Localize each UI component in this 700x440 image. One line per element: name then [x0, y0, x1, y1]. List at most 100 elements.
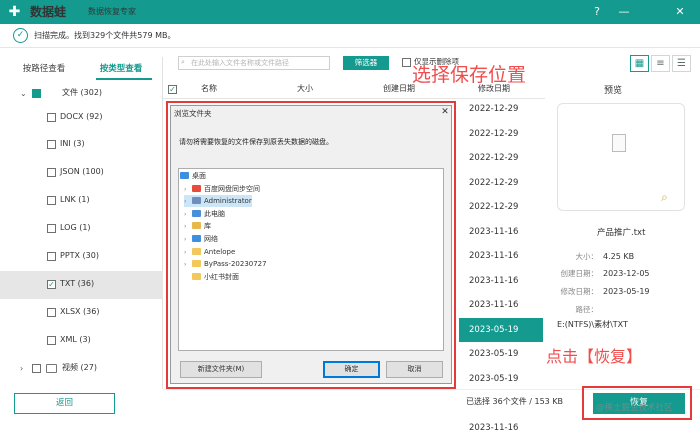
check-icon: ✓: [13, 28, 28, 43]
chevron-down-icon[interactable]: ⌄: [20, 88, 27, 100]
tree-item-xlsx[interactable]: XLSX (36): [0, 299, 163, 327]
tree-checkbox[interactable]: [47, 336, 56, 345]
show-deleted-checkbox[interactable]: [402, 58, 411, 67]
folder-item[interactable]: › 百度网盘同步空间: [184, 183, 260, 195]
tree-item-video[interactable]: › 视频 (27): [0, 355, 163, 383]
list-view-icon[interactable]: ≡: [651, 55, 670, 72]
detail-view-icon[interactable]: ☰: [672, 55, 691, 72]
folder-item[interactable]: › ByPass-20230727: [184, 258, 267, 270]
tree-item-label: PPTX (30): [60, 251, 99, 260]
folder-label: 网络: [204, 235, 218, 243]
tree-item-label: DOCX (92): [60, 112, 103, 121]
grid-view-icon[interactable]: ▦: [630, 55, 649, 72]
meta-created-value: 2023-12-05: [603, 269, 650, 278]
tree-item-pptx[interactable]: PPTX (30): [0, 243, 163, 271]
search-input[interactable]: 在此处输入文件名称或文件路径: [178, 56, 330, 70]
app-name: 数据蛙: [30, 5, 67, 19]
tree-checkbox[interactable]: [47, 113, 56, 122]
folder-label: 库: [204, 222, 211, 231]
tree-checkbox[interactable]: [47, 308, 56, 317]
tree-item-label: 视频 (27): [62, 363, 97, 372]
tree-item-lnk[interactable]: LNK (1): [0, 187, 163, 215]
table-row-modified-date[interactable]: 2023-11-16: [459, 269, 543, 293]
dialog-close-icon[interactable]: ✕: [439, 106, 451, 119]
tab-by-type[interactable]: 按类型查看: [82, 60, 160, 78]
folder-icon: [192, 247, 201, 255]
chevron-right-icon[interactable]: ›: [20, 363, 23, 375]
filter-button[interactable]: 筛选器: [343, 56, 389, 70]
minimize-button[interactable]: —: [615, 3, 633, 21]
chevron-right-icon[interactable]: ›: [184, 234, 192, 246]
folder-item[interactable]: › Antelope: [184, 246, 235, 258]
new-folder-button[interactable]: 新建文件夹(M): [180, 361, 262, 378]
app-logo-icon: ✚: [8, 4, 21, 20]
folder-label: 桌面: [192, 172, 206, 180]
chevron-right-icon[interactable]: ›: [184, 209, 192, 221]
chevron-right-icon[interactable]: ›: [184, 184, 192, 196]
folder-label: Administrator: [204, 197, 252, 206]
close-button[interactable]: ✕: [671, 3, 689, 21]
tree-checkbox[interactable]: [32, 364, 41, 373]
tab-by-path[interactable]: 按路径查看: [5, 60, 83, 78]
watermark: @稀土掘金技术社区: [596, 403, 673, 413]
table-row-modified-date[interactable]: 2022-12-29: [459, 122, 543, 146]
table-row-modified-date[interactable]: 2023-11-16: [459, 244, 543, 268]
tree-item-json[interactable]: JSON (100): [0, 159, 163, 187]
folder-label: Antelope: [204, 247, 236, 256]
chevron-right-icon[interactable]: ›: [184, 247, 192, 259]
tree-item-label: XLSX (36): [60, 307, 100, 316]
tree-checkbox-checked[interactable]: ✓: [47, 280, 56, 289]
meta-created-key: 创建日期：: [560, 269, 599, 278]
tree-item-label: JSON (100): [60, 167, 104, 176]
cancel-button[interactable]: 取消: [386, 361, 443, 378]
tree-checkbox-partial[interactable]: [32, 89, 41, 98]
tree-item-xml[interactable]: XML (3): [0, 327, 163, 355]
table-row-modified-date[interactable]: 2023-05-19: [459, 317, 543, 342]
column-header-size[interactable]: 大小: [297, 82, 313, 96]
chevron-right-icon[interactable]: ›: [184, 196, 192, 208]
tree-checkbox[interactable]: [47, 224, 56, 233]
select-all-checkbox[interactable]: ✓: [168, 85, 177, 94]
tree-checkbox[interactable]: [47, 140, 56, 149]
folder-item[interactable]: › Administrator: [184, 195, 252, 208]
annotation-choose-location: 选择保存位置: [412, 64, 527, 86]
tree-item-txt[interactable]: ✓ TXT (36): [0, 271, 163, 299]
folder-label: 小红书封面: [204, 272, 239, 281]
tree-checkbox[interactable]: [47, 168, 56, 177]
folder-item[interactable]: 小红书封面: [184, 271, 239, 283]
table-row-modified-date[interactable]: 2023-11-16: [459, 293, 543, 317]
folder-item[interactable]: › 网络: [184, 233, 218, 245]
table-row-modified-date[interactable]: 2022-12-29: [459, 146, 543, 170]
tree-checkbox[interactable]: [47, 252, 56, 261]
column-header-name[interactable]: 名称: [201, 82, 217, 96]
table-row-modified-date[interactable]: 2022-12-29: [459, 97, 543, 121]
folder-item[interactable]: › 库: [184, 220, 211, 232]
zoom-icon[interactable]: ⌕: [657, 190, 672, 205]
column-header-created[interactable]: 创建日期: [383, 82, 415, 96]
tree-checkbox[interactable]: [47, 196, 56, 205]
tree-item-label: XML (3): [60, 335, 91, 344]
meta-size-value: 4.25 KB: [603, 252, 635, 261]
tree-item-docx[interactable]: DOCX (92): [0, 104, 163, 132]
meta-path-key: 路径：: [575, 305, 599, 314]
table-row-modified-date[interactable]: 2023-05-19: [459, 367, 543, 391]
folder-icon: [180, 172, 189, 179]
tree-item-ini[interactable]: INI (3): [0, 131, 163, 159]
back-button[interactable]: 返回: [14, 393, 115, 414]
meta-modified-value: 2023-05-19: [603, 287, 650, 296]
ok-button[interactable]: 确定: [323, 361, 380, 378]
tree-item-log[interactable]: LOG (1): [0, 215, 163, 243]
folder-item[interactable]: › 此电脑: [184, 208, 225, 220]
table-row-modified-date[interactable]: 2022-12-29: [459, 171, 543, 195]
folder-icon: [192, 209, 201, 217]
table-row-modified-date[interactable]: 2023-11-16: [459, 220, 543, 244]
selected-info: 已选择 36个文件 / 153 KB: [466, 397, 564, 406]
folder-item[interactable]: 桌面: [180, 170, 206, 182]
chevron-right-icon[interactable]: ›: [184, 221, 192, 233]
chevron-right-icon[interactable]: ›: [184, 259, 192, 271]
help-icon[interactable]: ?: [588, 3, 606, 21]
table-row-modified-date[interactable]: 2023-05-19: [459, 342, 543, 366]
preview-file-path: E:(NTFS)\素材\TXT: [557, 320, 628, 329]
table-row-modified-date[interactable]: 2022-12-29: [459, 195, 543, 219]
tree-item-label: INI (3): [60, 139, 85, 148]
